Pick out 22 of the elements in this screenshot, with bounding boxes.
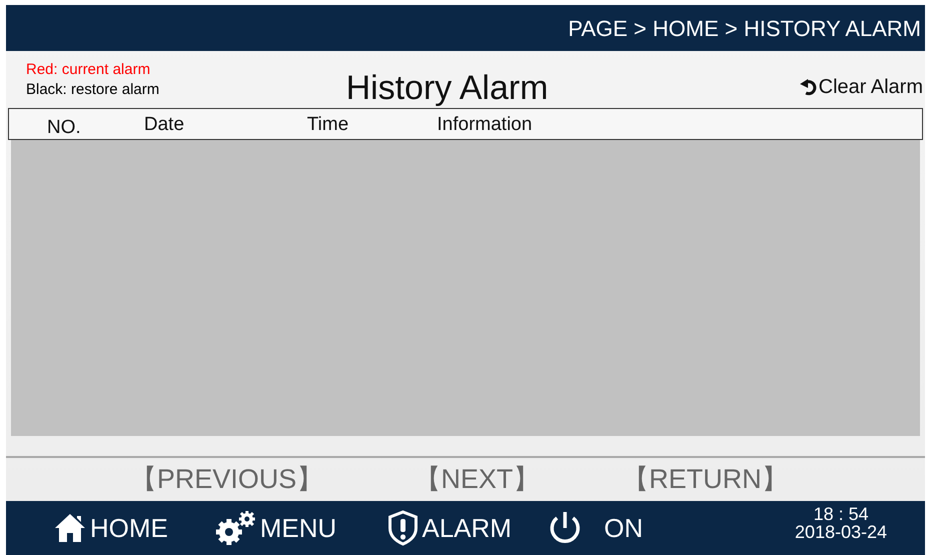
clock-time: 18 : 54 <box>813 505 868 523</box>
home-icon <box>54 513 86 543</box>
pager-button[interactable]: 【PREVIOUS】 <box>130 459 324 500</box>
pager-button[interactable]: 【RETURN】 <box>622 459 788 500</box>
page-title: History Alarm <box>346 68 548 109</box>
clear-alarm-button[interactable]: Clear Alarm <box>800 72 923 102</box>
column-header: Information <box>437 113 532 137</box>
shield-alert-icon <box>388 510 418 546</box>
nav-button[interactable]: MENU <box>214 508 337 548</box>
nav-button[interactable]: HOME <box>54 508 168 548</box>
clock-date: 2018-03-24 <box>794 523 887 541</box>
breadcrumb: PAGE > HOME > HISTORY ALARM <box>568 14 921 42</box>
nav-button[interactable]: ON <box>548 508 643 548</box>
undo-icon <box>800 78 818 96</box>
legend-text: Red: current alarm <box>26 60 152 78</box>
column-header: Time <box>307 113 349 137</box>
column-header: NO. <box>47 116 81 140</box>
power-icon <box>548 510 582 546</box>
pager-button[interactable]: 【NEXT】 <box>414 459 540 500</box>
legend-text: Black: restore alarm <box>26 80 160 98</box>
nav-button[interactable]: ALARM <box>388 508 512 548</box>
column-header: Date <box>144 113 184 137</box>
